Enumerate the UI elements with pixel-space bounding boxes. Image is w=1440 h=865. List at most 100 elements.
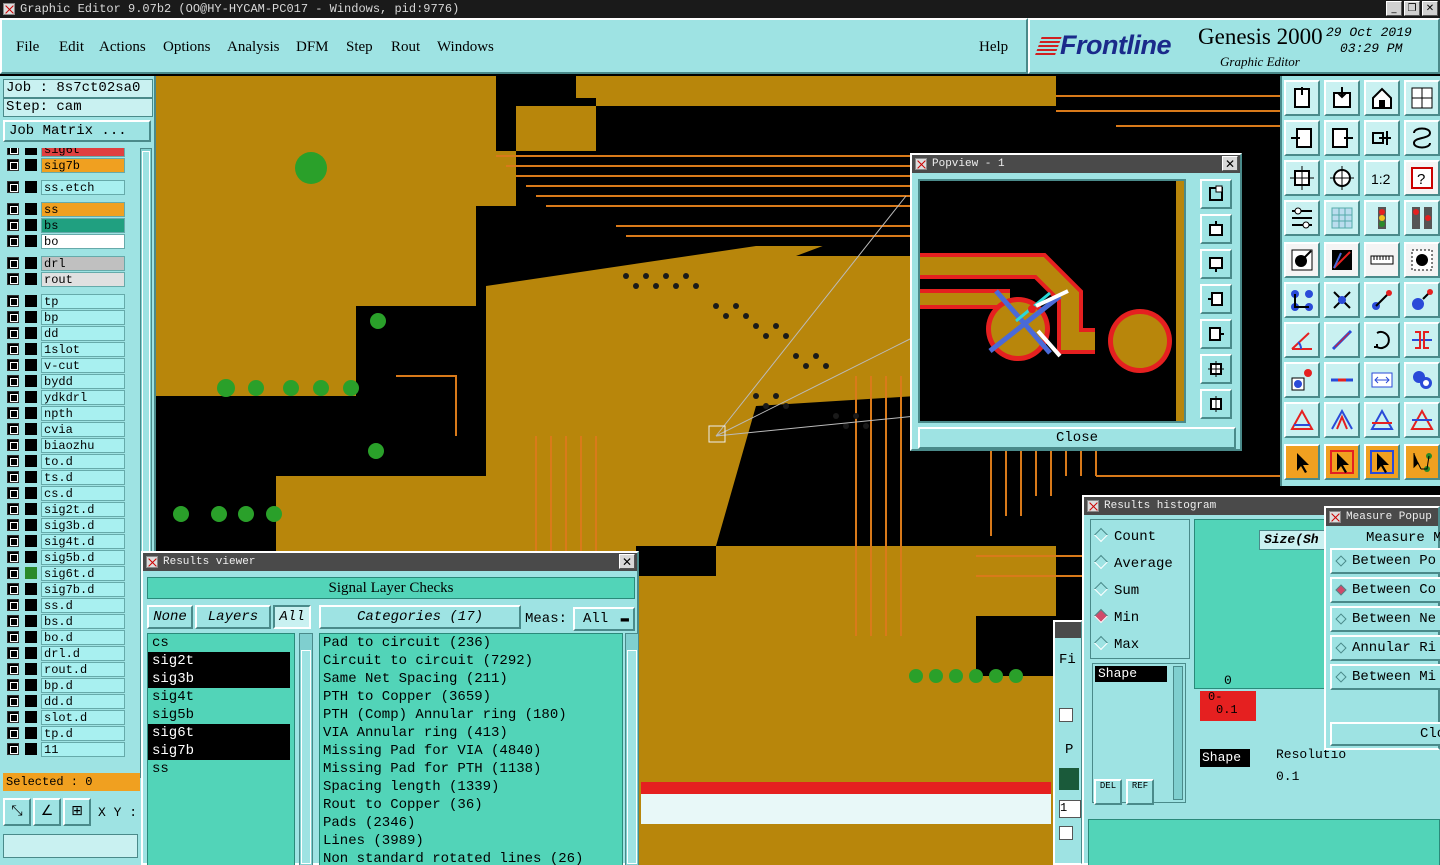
- menu-dfm[interactable]: DFM: [296, 39, 329, 56]
- results-category-item[interactable]: Missing Pad for PTH (1138): [320, 760, 622, 778]
- layer-label[interactable]: biaozhu: [41, 438, 125, 453]
- layer-row-sig7b.d[interactable]: sig7b.d: [7, 582, 125, 597]
- layer-label[interactable]: tp: [41, 294, 125, 309]
- layer-row-rout.d[interactable]: rout.d: [7, 662, 125, 677]
- layer-checkbox[interactable]: [7, 423, 19, 435]
- popview-zoom-in-icon[interactable]: [1200, 214, 1232, 244]
- triangle-2-icon[interactable]: [1324, 402, 1360, 438]
- ruler-icon[interactable]: [1284, 200, 1320, 236]
- layer-checkbox[interactable]: [7, 159, 19, 171]
- layers-button[interactable]: Layers: [195, 605, 271, 629]
- layer-row-rout[interactable]: rout: [7, 272, 125, 287]
- layer-checkbox[interactable]: [7, 295, 19, 307]
- results-category-item[interactable]: Same Net Spacing (211): [320, 670, 622, 688]
- snap-circle-icon[interactable]: [1404, 242, 1440, 278]
- option-min[interactable]: Min: [1093, 608, 1139, 626]
- results-category-item[interactable]: Pad to circuit (236): [320, 634, 622, 652]
- layer-label[interactable]: sig3b.d: [41, 518, 125, 533]
- slash-icon[interactable]: [1324, 322, 1360, 358]
- fit-extent-icon[interactable]: [1284, 160, 1320, 196]
- results-category-item[interactable]: PTH (Comp) Annular ring (180): [320, 706, 622, 724]
- layer-label[interactable]: v-cut: [41, 358, 125, 373]
- layer-label[interactable]: sig4t.d: [41, 534, 125, 549]
- menu-options[interactable]: Options: [163, 39, 211, 56]
- net-point-icon[interactable]: [1404, 282, 1440, 318]
- popview-center-icon[interactable]: [1200, 389, 1232, 419]
- layer-checkbox[interactable]: [7, 695, 19, 707]
- layer-checkbox[interactable]: [7, 311, 19, 323]
- angle-icon[interactable]: [1284, 322, 1320, 358]
- measure-close-button[interactable]: Close: [1330, 722, 1440, 746]
- layer-row-sig2t.d[interactable]: sig2t.d: [7, 502, 125, 517]
- layer-label[interactable]: cs.d: [41, 486, 125, 501]
- layer-label[interactable]: bs.d: [41, 614, 125, 629]
- results-layer-scrollbar[interactable]: [299, 633, 313, 865]
- layer-label[interactable]: ss.d: [41, 598, 125, 613]
- popview-fit-icon[interactable]: [1200, 354, 1232, 384]
- measure-ruler-icon[interactable]: [1364, 242, 1400, 278]
- layer-checkbox[interactable]: [7, 615, 19, 627]
- cluster-icon[interactable]: [1404, 362, 1440, 398]
- layer-row-slot.d[interactable]: slot.d: [7, 710, 125, 725]
- layer-checkbox[interactable]: [7, 375, 19, 387]
- layer-checkbox[interactable]: [7, 487, 19, 499]
- popview-close-button[interactable]: Close: [918, 427, 1236, 449]
- layer-row-ts.d[interactable]: ts.d: [7, 470, 125, 485]
- menu-help[interactable]: Help: [979, 39, 1008, 56]
- layer-label[interactable]: bp.d: [41, 678, 125, 693]
- measure-option[interactable]: Between Mi: [1330, 664, 1440, 690]
- layer-row-sig6t.d[interactable]: sig6t.d: [7, 566, 125, 581]
- option-sum[interactable]: Sum: [1093, 581, 1139, 599]
- triangle-4-icon[interactable]: [1404, 402, 1440, 438]
- layer-row-drl[interactable]: drl: [7, 256, 125, 271]
- layer-row-sig3b.d[interactable]: sig3b.d: [7, 518, 125, 533]
- layer-row-11[interactable]: 11: [7, 742, 125, 757]
- results-category-scrollbar[interactable]: [625, 633, 639, 865]
- job-matrix-button[interactable]: Job Matrix ...: [3, 120, 151, 142]
- pad-select-icon[interactable]: [1284, 362, 1320, 398]
- layer-label[interactable]: npth: [41, 406, 125, 421]
- results-viewer-close-x-button[interactable]: ✕: [619, 554, 635, 569]
- layer-label[interactable]: drl.d: [41, 646, 125, 661]
- results-layer-item[interactable]: sig5b: [148, 706, 290, 724]
- layer-row-dd[interactable]: dd: [7, 326, 125, 341]
- pan-left-icon[interactable]: [1284, 120, 1320, 156]
- results-layer-item[interactable]: sig4t: [148, 688, 290, 706]
- layer-label[interactable]: cvia: [41, 422, 125, 437]
- menu-edit[interactable]: Edit: [59, 39, 84, 56]
- arc-icon[interactable]: [1364, 322, 1400, 358]
- del-button[interactable]: DEL: [1094, 779, 1122, 805]
- layer-label[interactable]: rout.d: [41, 662, 125, 677]
- layer-label[interactable]: sig6t: [41, 148, 125, 157]
- layer-checkbox[interactable]: [7, 203, 19, 215]
- grid-icon[interactable]: [1324, 200, 1360, 236]
- layer-row-cvia[interactable]: cvia: [7, 422, 125, 437]
- layer-row-bp[interactable]: bp: [7, 310, 125, 325]
- layer-checkbox[interactable]: [7, 407, 19, 419]
- layer-label[interactable]: drl: [41, 256, 125, 271]
- measure-option[interactable]: Between Co: [1330, 577, 1440, 603]
- layer-row-sig5b.d[interactable]: sig5b.d: [7, 550, 125, 565]
- layer-checkbox[interactable]: [7, 631, 19, 643]
- layer-label[interactable]: 11: [41, 742, 125, 757]
- meas-select[interactable]: All ▬: [573, 607, 635, 631]
- layer-checkbox[interactable]: [7, 663, 19, 675]
- layer-label[interactable]: sig7b: [41, 158, 125, 173]
- redraw-icon[interactable]: [1404, 120, 1440, 156]
- zoom-home-icon[interactable]: [1284, 80, 1320, 116]
- results-layer-item[interactable]: cs: [148, 634, 290, 652]
- zoom-angle-icon[interactable]: ∠: [33, 798, 61, 826]
- results-category-item[interactable]: Circuit to circuit (7292): [320, 652, 622, 670]
- flip-icon[interactable]: [1404, 322, 1440, 358]
- layer-row-bo.d[interactable]: bo.d: [7, 630, 125, 645]
- frame-select-icon[interactable]: [1364, 362, 1400, 398]
- results-category-item[interactable]: PTH to Copper (3659): [320, 688, 622, 706]
- layer-label[interactable]: dd: [41, 326, 125, 341]
- pointer-net-icon[interactable]: [1404, 444, 1440, 480]
- layer-checkbox[interactable]: [7, 471, 19, 483]
- menu-analysis[interactable]: Analysis: [227, 39, 280, 56]
- results-category-item[interactable]: VIA Annular ring (413): [320, 724, 622, 742]
- menu-windows[interactable]: Windows: [437, 39, 494, 56]
- net-connect-icon[interactable]: [1284, 282, 1320, 318]
- layer-checkbox[interactable]: [7, 583, 19, 595]
